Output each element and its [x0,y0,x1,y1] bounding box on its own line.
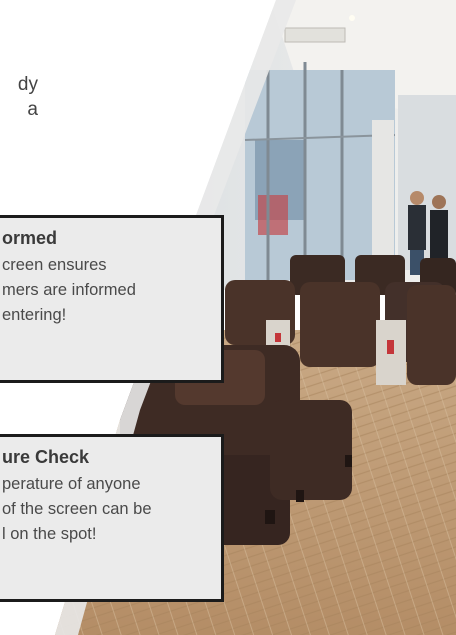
slide-stage: dy a ormed creen ensures mers are inform… [0,0,456,635]
card-title: ormed [2,228,58,248]
card-text-line: entering! [2,306,67,324]
intro-line: dy [17,74,38,95]
intro-text: dy a [0,72,38,122]
card-text-line: of the screen can be [2,500,152,518]
card-text-line: creen ensures [2,256,107,274]
feature-card-informed: ormed creen ensures mers are informed en… [0,215,224,383]
card-title: ure Check [2,447,90,467]
intro-line: a [27,99,38,120]
feature-card-temperature-check: ure Check perature of anyone of the scre… [0,434,224,602]
card-text-line: mers are informed [2,281,136,299]
card-text-line: perature of anyone [2,475,141,493]
card-text-line: l on the spot! [2,525,97,543]
